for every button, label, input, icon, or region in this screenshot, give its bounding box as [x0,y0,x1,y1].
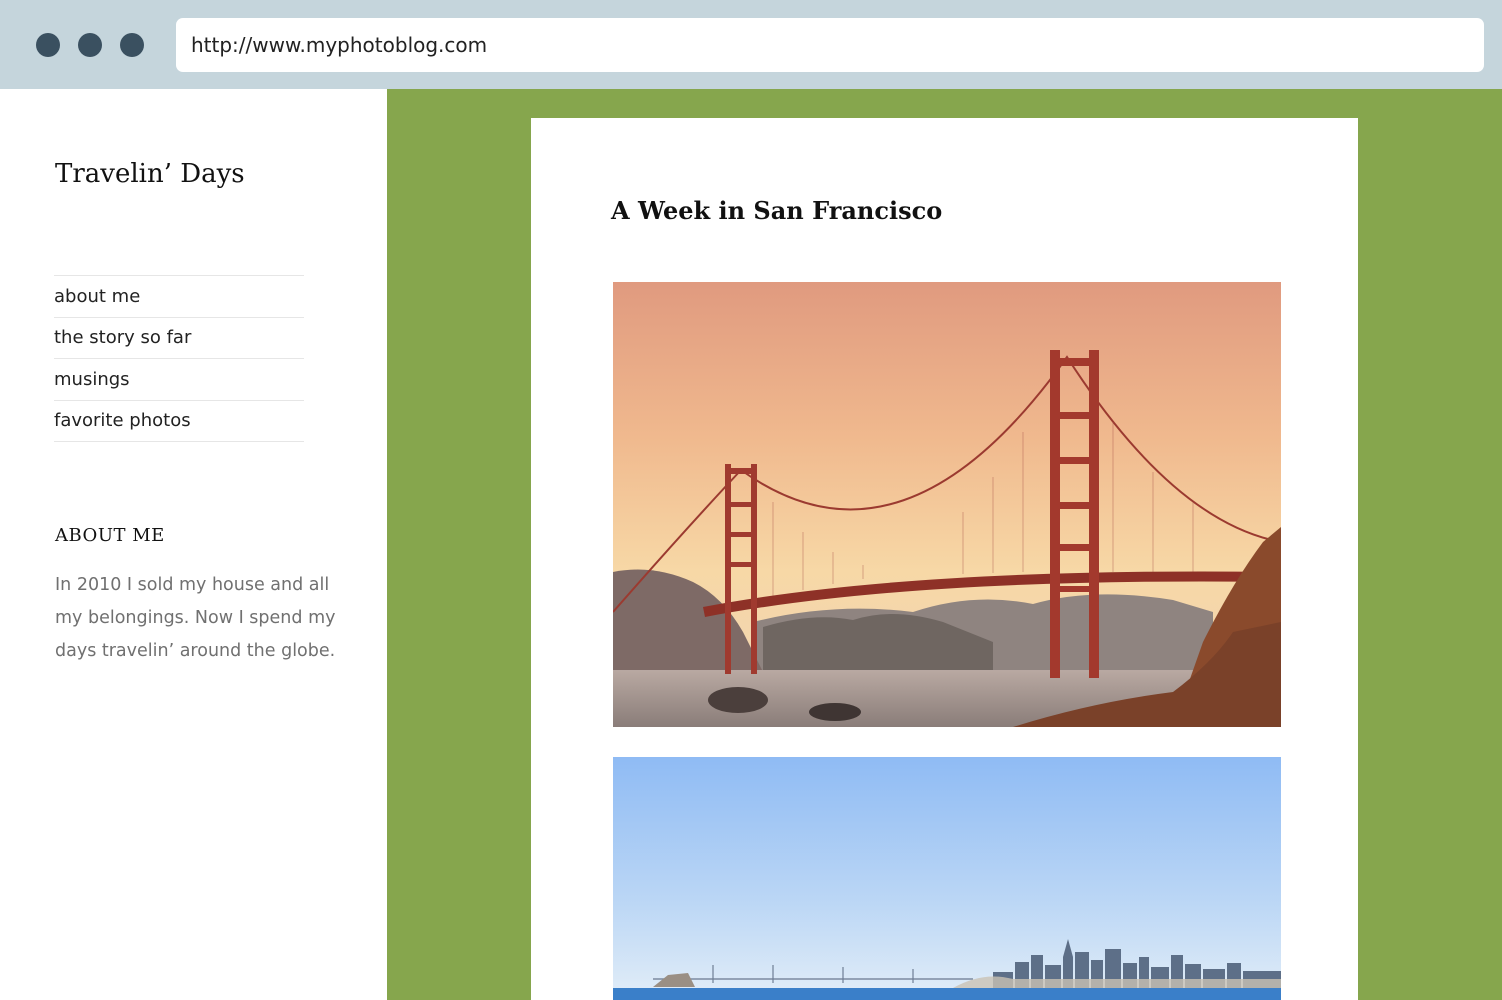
nav-item-label: about me [54,285,141,307]
main-content: A Week in San Francisco [387,89,1502,1000]
sidebar-nav: about me the story so far musings favori… [54,275,304,442]
post-title[interactable]: A Week in San Francisco [611,196,942,225]
window-minimize-dot[interactable] [78,33,102,57]
address-bar-url: http://www.myphotoblog.com [191,33,488,57]
nav-item-label: the story so far [54,327,192,349]
nav-item-about-me[interactable]: about me [54,276,304,318]
post-article: A Week in San Francisco [531,118,1358,1000]
address-bar[interactable]: http://www.myphotoblog.com [176,18,1484,72]
about-widget-title: ABOUT ME [55,525,165,546]
nav-item-favorite-photos[interactable]: favorite photos [54,401,304,442]
nav-item-label: musings [54,368,130,390]
nav-item-label: favorite photos [54,410,191,432]
site-title[interactable]: Travelin’ Days [55,159,245,189]
window-close-dot[interactable] [36,33,60,57]
browser-toolbar: http://www.myphotoblog.com [0,0,1502,89]
golden-gate-bridge-photo[interactable] [613,282,1281,727]
window-maximize-dot[interactable] [120,33,144,57]
san-francisco-skyline-photo[interactable] [613,757,1281,1000]
nav-item-musings[interactable]: musings [54,359,304,401]
nav-item-story-so-far[interactable]: the story so far [54,318,304,359]
about-widget-text: In 2010 I sold my house and all my belon… [55,575,336,661]
sidebar: Travelin’ Days about me the story so far… [0,89,387,1000]
